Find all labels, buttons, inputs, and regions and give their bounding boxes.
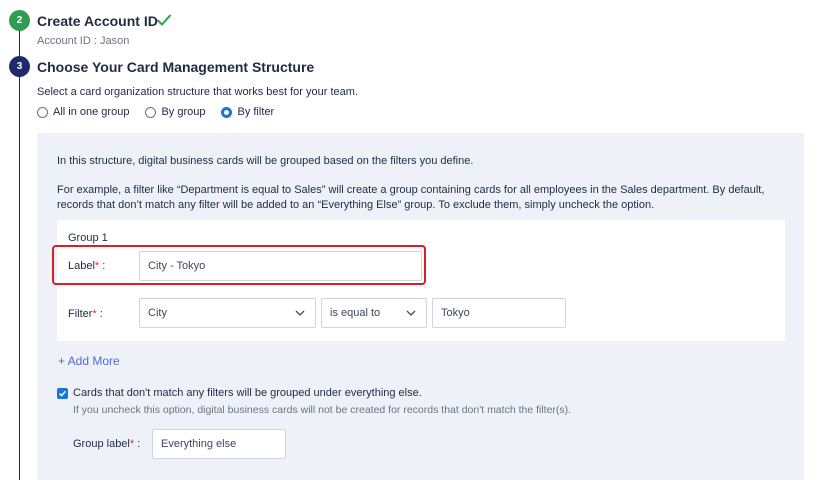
everything-else-checkbox[interactable] — [57, 388, 68, 399]
filter-intro-text: In this structure, digital business card… — [57, 155, 474, 167]
step-3-title: Choose Your Card Management Structure — [37, 59, 315, 75]
everything-else-help: If you uncheck this option, digital busi… — [73, 404, 572, 416]
filter-attribute-value: City — [148, 307, 167, 319]
group-label-field-label: Group label* : — [73, 438, 141, 450]
radio-label: By filter — [237, 106, 275, 118]
group-title: Group 1 — [68, 232, 108, 244]
filter-value-input[interactable]: Tokyo — [432, 298, 566, 328]
structure-radio-group: All in one group By group By filter — [37, 106, 290, 118]
add-more-link[interactable]: + Add More — [58, 354, 120, 368]
radio-label: By group — [161, 106, 206, 118]
filter-operator-value: is equal to — [330, 307, 381, 319]
everything-else-group-label-input[interactable]: Everything else — [152, 429, 286, 459]
label-field-highlight — [52, 245, 426, 285]
radio-button[interactable] — [145, 106, 157, 118]
radio-by-filter[interactable]: By filter — [221, 106, 274, 118]
step-2-badge: 2 — [9, 10, 30, 31]
step-3-description: Select a card organization structure tha… — [37, 86, 358, 98]
step-2-title: Create Account ID — [37, 13, 158, 29]
radio-label: All in one group — [53, 106, 130, 118]
filter-field-label: Filter* : — [68, 308, 103, 320]
chevron-down-icon — [406, 310, 416, 316]
everything-else-label: Cards that don't match any filters will … — [73, 387, 422, 399]
radio-button[interactable] — [37, 106, 48, 118]
step-3-badge: 3 — [9, 56, 30, 77]
radio-by-group[interactable]: By group — [145, 106, 205, 118]
filter-attribute-select[interactable]: City — [139, 298, 316, 328]
filter-settings-panel: In this structure, digital business card… — [37, 133, 804, 480]
account-id-detail: Account ID : Jason — [37, 35, 130, 47]
timeline-line — [19, 28, 20, 480]
chevron-down-icon — [295, 310, 305, 316]
filter-example-text: For example, a filter like “Department i… — [57, 184, 765, 211]
radio-all-in-one-group[interactable]: All in one group — [37, 106, 129, 118]
radio-button-selected[interactable] — [221, 106, 233, 118]
filter-operator-select[interactable]: is equal to — [321, 298, 427, 328]
checkmark-icon — [58, 390, 67, 397]
check-icon — [157, 14, 171, 26]
